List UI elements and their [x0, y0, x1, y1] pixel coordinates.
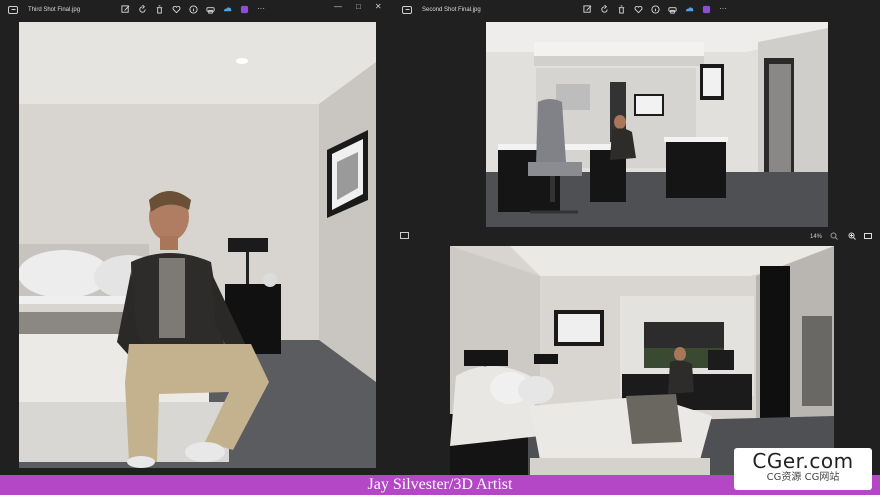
right-statusbar: 14%	[394, 230, 880, 244]
delete-icon[interactable]	[616, 3, 626, 15]
minimize-button[interactable]: —	[334, 2, 342, 11]
delete-icon[interactable]	[154, 3, 164, 15]
info-icon[interactable]	[188, 3, 198, 15]
rotate-icon[interactable]	[599, 3, 609, 15]
full-screen-icon[interactable]	[864, 232, 872, 242]
more-icon[interactable]: ···	[256, 3, 266, 15]
left-window-controls: — □ ✕	[334, 2, 382, 11]
watermark-main: CGer.com	[752, 449, 854, 473]
bedroom-office-photo	[450, 246, 834, 475]
left-photo-window: Third Shot Final.jpg ··· — □ ✕	[0, 0, 390, 475]
bedroom-photo	[19, 22, 376, 468]
zoom-level: 14%	[810, 234, 823, 240]
fit-to-window-icon[interactable]	[400, 232, 409, 242]
zoom-out-icon[interactable]	[830, 232, 838, 242]
info-icon[interactable]	[650, 3, 660, 15]
clipchamp-icon[interactable]	[239, 3, 249, 15]
photos-app-icon	[402, 6, 412, 14]
print-icon[interactable]	[205, 3, 215, 15]
print-icon[interactable]	[667, 3, 677, 15]
maximize-button[interactable]: □	[356, 2, 361, 11]
left-window-title: Third Shot Final.jpg	[28, 7, 81, 13]
watermark-sub: CG资源 CG网站	[766, 472, 840, 483]
edit-icon[interactable]	[120, 3, 130, 15]
office-photo	[486, 22, 828, 227]
right-window-title: Second Shot Final.jpg	[422, 7, 481, 13]
favorite-icon[interactable]	[633, 3, 643, 15]
close-button[interactable]: ✕	[375, 2, 382, 11]
right-photo-window: Second Shot Final.jpg ··· 14%	[394, 0, 880, 244]
edit-icon[interactable]	[582, 3, 592, 15]
onedrive-icon[interactable]	[684, 3, 694, 15]
zoom-in-icon[interactable]	[848, 232, 856, 242]
rotate-icon[interactable]	[137, 3, 147, 15]
onedrive-icon[interactable]	[222, 3, 232, 15]
clipchamp-icon[interactable]	[701, 3, 711, 15]
watermark-logo: CGer.com CG资源 CG网站	[734, 448, 872, 490]
left-toolbar: ···	[120, 3, 266, 15]
favorite-icon[interactable]	[171, 3, 181, 15]
photos-app-icon	[8, 6, 18, 14]
right-toolbar: ···	[582, 3, 728, 15]
right-bottom-photo-window	[394, 246, 880, 475]
more-icon[interactable]: ···	[718, 3, 728, 15]
